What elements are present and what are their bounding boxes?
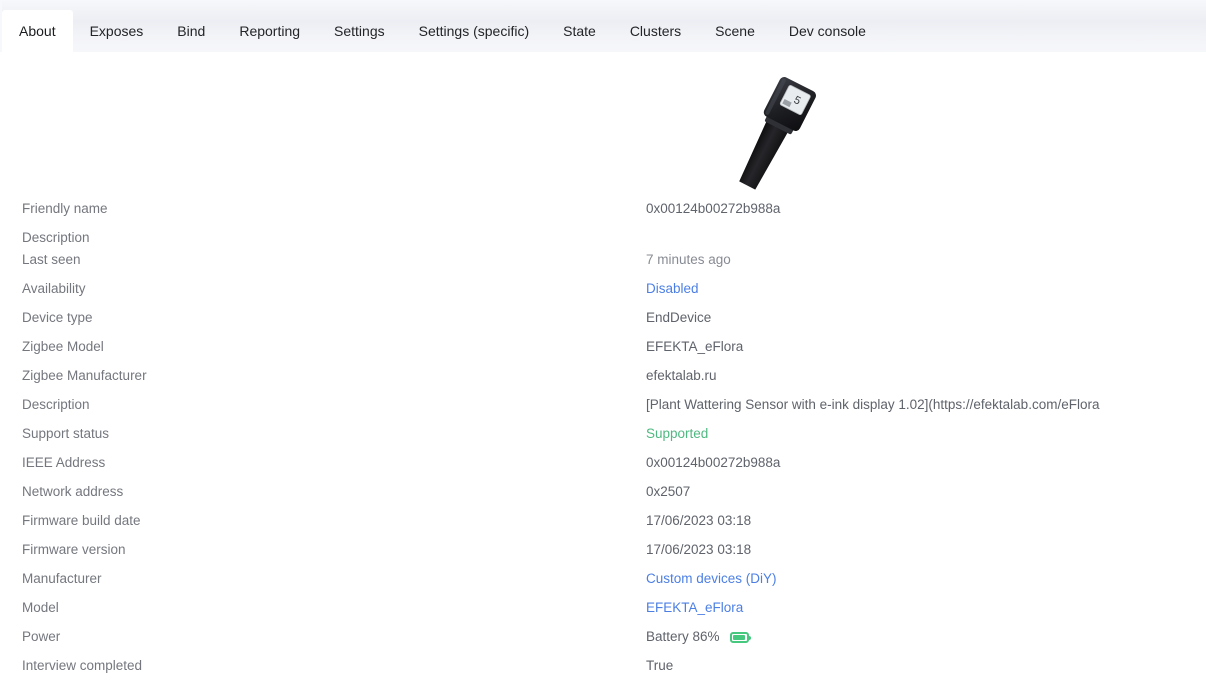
property-row: Model EFEKTA_eFlora xyxy=(0,599,1206,628)
property-value-text: EFEKTA_eFlora xyxy=(646,339,744,354)
property-value-link[interactable]: Disabled xyxy=(646,280,699,298)
property-value-text: Supported xyxy=(646,426,709,441)
tab-label: Dev console xyxy=(788,23,866,39)
tab-clusters[interactable]: Clusters xyxy=(613,10,698,52)
property-value: 17/06/2023 03:18 xyxy=(646,541,751,559)
property-value-text: 7 minutes ago xyxy=(646,252,731,267)
property-label: Model xyxy=(22,600,59,615)
tab-label: Clusters xyxy=(629,23,682,39)
property-label: Device type xyxy=(22,310,93,325)
tab-settings-specific[interactable]: Settings (specific) xyxy=(402,10,546,52)
property-row: Manufacturer Custom devices (DiY) xyxy=(0,570,1206,599)
property-row: Network address 0x2507 xyxy=(0,483,1206,512)
property-value-text: Custom devices (DiY) xyxy=(646,571,777,586)
tab-settings[interactable]: Settings xyxy=(317,10,402,52)
device-properties: Friendly name 0x00124b00272b988a Descripti… xyxy=(0,200,1206,686)
tab-exposes[interactable]: Exposes xyxy=(73,10,161,52)
property-row: Firmware build date 17/06/2023 03:18 xyxy=(0,512,1206,541)
property-label: Zigbee Model xyxy=(22,339,104,354)
tab-bind[interactable]: Bind xyxy=(160,10,222,52)
property-row: Device type EndDevice xyxy=(0,309,1206,338)
property-value: 7 minutes ago xyxy=(646,251,731,269)
property-value: efektalab.ru xyxy=(646,367,717,385)
property-value-text: 0x00124b00272b988a xyxy=(646,201,781,216)
property-row: Interview completed True xyxy=(0,657,1206,686)
property-value-text: 0x00124b00272b988a xyxy=(646,455,781,470)
property-label: Manufacturer xyxy=(22,571,102,586)
device-image: 5 xyxy=(700,66,840,198)
property-value-text: Battery 86% xyxy=(646,629,720,644)
property-value-text: Disabled xyxy=(646,281,699,296)
device-about-page: About Exposes Bind Reporting Settings Setting… xyxy=(0,0,1206,689)
property-value: 0x2507 xyxy=(646,483,690,501)
property-row: Description [Plant Wattering Sensor with … xyxy=(0,396,1206,425)
property-value: EFEKTA_eFlora xyxy=(646,338,743,356)
about-panel: 5 Friendly name 0x00124b00272b988a Descrip… xyxy=(0,52,1206,689)
property-label: Network address xyxy=(22,484,124,499)
property-label: Friendly name xyxy=(22,201,108,216)
property-value-text: EndDevice xyxy=(646,310,712,325)
property-value-text: 17/06/2023 03:18 xyxy=(646,542,752,557)
property-value: 17/06/2023 03:18 xyxy=(646,512,751,530)
property-label: Availability xyxy=(22,281,86,296)
tab-label: Exposes xyxy=(89,23,144,39)
property-value-text: True xyxy=(646,658,674,673)
property-row: Zigbee Manufacturer efektalab.ru xyxy=(0,367,1206,396)
property-value-text: efektalab.ru xyxy=(646,368,717,383)
property-label: Power xyxy=(22,629,61,644)
property-row: Power Battery 86% xyxy=(0,628,1206,657)
property-row: Friendly name 0x00124b00272b988a xyxy=(0,200,1206,229)
property-row: Support status Supported xyxy=(0,425,1206,454)
property-value: True xyxy=(646,657,673,675)
property-value-text: [Plant Wattering Sensor with e-ink displ… xyxy=(646,397,1100,412)
tab-label: Settings (specific) xyxy=(418,23,530,39)
property-label: Zigbee Manufacturer xyxy=(22,368,147,383)
property-row: Description xyxy=(0,229,1206,251)
property-value: Battery 86% xyxy=(646,628,751,646)
property-value-text: 0x2507 xyxy=(646,484,691,499)
property-label: Last seen xyxy=(22,252,81,267)
property-label: Description xyxy=(22,397,90,412)
tab-state[interactable]: State xyxy=(546,10,613,52)
property-label: IEEE Address xyxy=(22,455,106,470)
property-row: Last seen 7 minutes ago xyxy=(0,251,1206,280)
property-row: Zigbee Model EFEKTA_eFlora xyxy=(0,338,1206,367)
tab-bar: About Exposes Bind Reporting Settings Setting… xyxy=(0,0,1206,52)
battery-icon xyxy=(729,631,751,643)
tab-label: Scene xyxy=(715,23,755,39)
property-label: Firmware build date xyxy=(22,513,141,528)
tab-label: Reporting xyxy=(239,23,301,39)
tab-label: State xyxy=(563,23,596,39)
property-value-text: 17/06/2023 03:18 xyxy=(646,513,752,528)
property-row: Availability Disabled xyxy=(0,280,1206,309)
property-value: 0x00124b00272b988a xyxy=(646,454,780,472)
property-value-link[interactable]: EFEKTA_eFlora xyxy=(646,599,743,617)
property-label: Interview completed xyxy=(22,658,143,673)
tab-about[interactable]: About xyxy=(2,10,73,52)
tab-reporting[interactable]: Reporting xyxy=(222,10,317,52)
property-value: [Plant Wattering Sensor with e-ink displ… xyxy=(646,396,1099,414)
property-value-text: EFEKTA_eFlora xyxy=(646,600,744,615)
property-label: Firmware version xyxy=(22,542,126,557)
tab-scene[interactable]: Scene xyxy=(698,10,772,52)
property-value-link[interactable]: Custom devices (DiY) xyxy=(646,570,777,588)
property-label: Description xyxy=(22,230,90,245)
property-value: Supported xyxy=(646,425,708,443)
property-row: IEEE Address 0x00124b00272b988a xyxy=(0,454,1206,483)
property-value: 0x00124b00272b988a xyxy=(646,200,780,218)
device-photo-svg: 5 xyxy=(739,77,816,190)
tab-label: Bind xyxy=(177,23,206,39)
property-value: EndDevice xyxy=(646,309,711,327)
battery-fill xyxy=(732,634,746,640)
tab-dev-console[interactable]: Dev console xyxy=(772,10,883,52)
tab-label: About xyxy=(19,23,56,39)
tab-label: Settings xyxy=(334,23,385,39)
property-label: Support status xyxy=(22,426,110,441)
property-row: Firmware version 17/06/2023 03:18 xyxy=(0,541,1206,570)
tab-list: About Exposes Bind Reporting Settings Setting… xyxy=(2,10,883,52)
